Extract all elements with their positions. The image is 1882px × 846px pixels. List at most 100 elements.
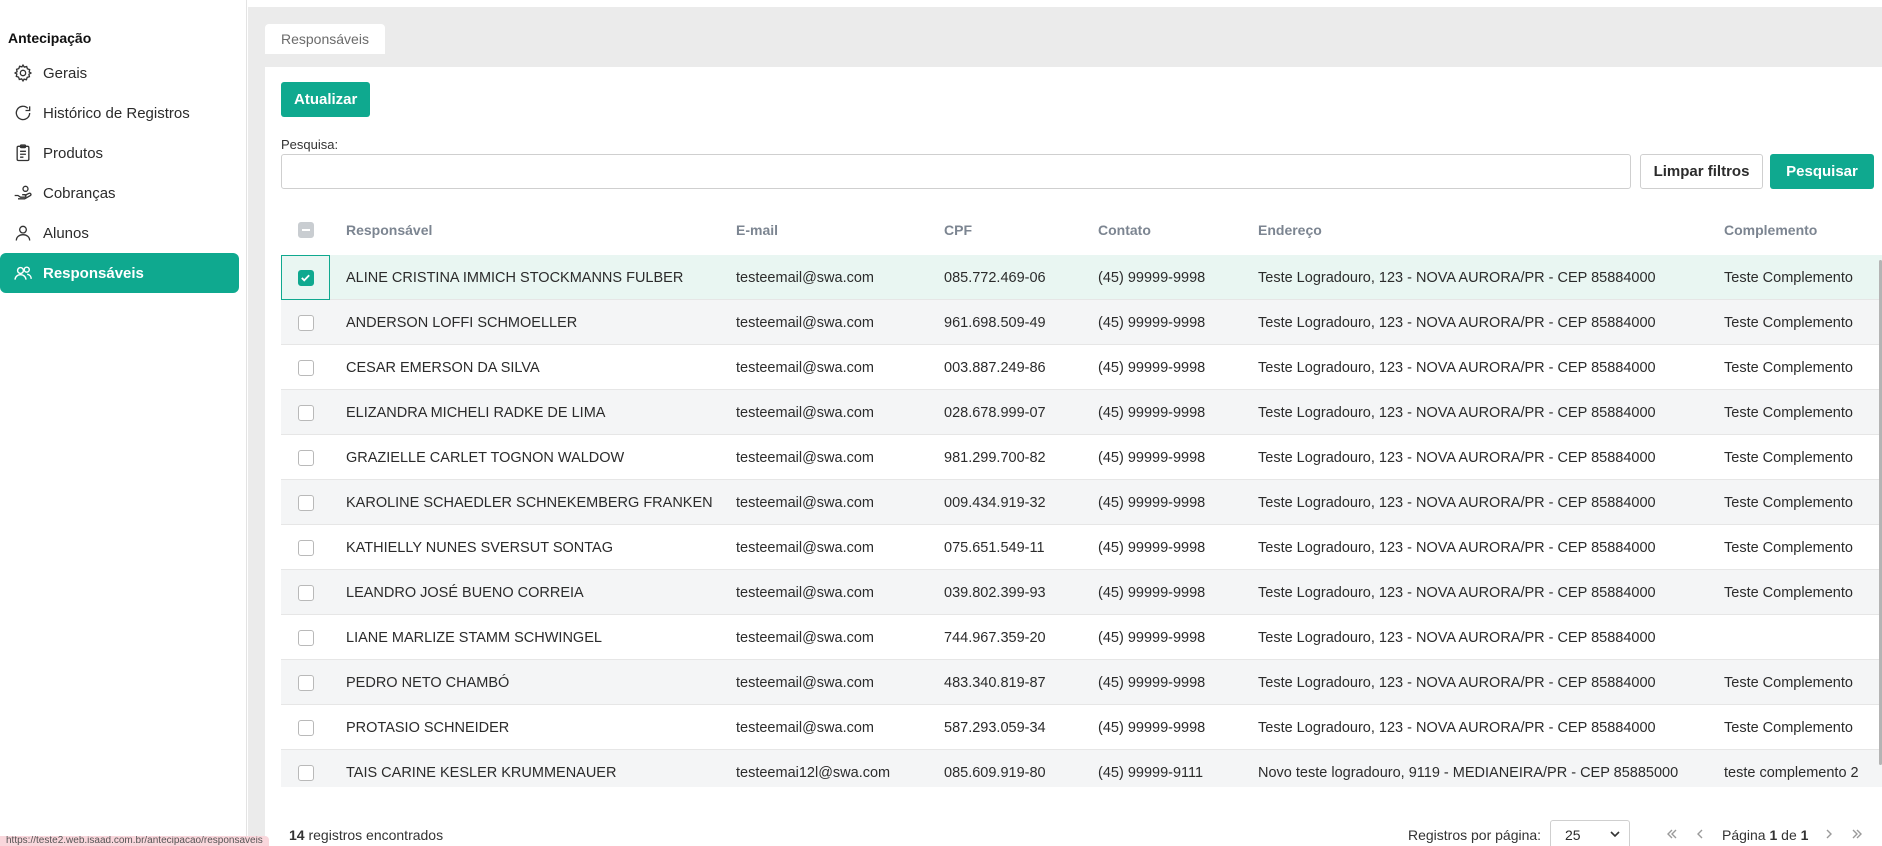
column-header-complemento[interactable]: Complemento	[1724, 207, 1817, 253]
cell-responsavel: PEDRO NETO CHAMBÓ	[346, 674, 510, 691]
cell-responsavel: CESAR EMERSON DA SILVA	[346, 359, 540, 376]
table-header: Responsável E-mail CPF Contato Endereço …	[281, 207, 1882, 253]
cell-complemento: Teste Complemento	[1724, 494, 1853, 511]
update-button[interactable]: Atualizar	[281, 82, 371, 117]
row-checkbox[interactable]	[297, 269, 314, 286]
sidebar-item-historico[interactable]: Histórico de Registros	[0, 93, 239, 133]
tab-responsaveis[interactable]: Responsáveis	[265, 24, 385, 54]
table-row[interactable]: GRAZIELLE CARLET TOGNON WALDOW testeemail…	[281, 435, 1882, 480]
clear-filters-button[interactable]: Limpar filtros	[1640, 154, 1763, 189]
cell-cpf: 085.609.919-80	[944, 764, 1046, 781]
page-prefix: Página	[1722, 827, 1770, 843]
table-row[interactable]: KATHIELLY NUNES SVERSUT SONTAG testeemail…	[281, 525, 1882, 570]
cell-endereco: Teste Logradouro, 123 - NOVA AURORA/PR -…	[1258, 719, 1656, 736]
row-checkbox[interactable]	[297, 449, 314, 466]
cell-responsavel: ALINE CRISTINA IMMICH STOCKMANNS FULBER	[346, 269, 684, 286]
cell-email: testeemail@swa.com	[736, 269, 875, 286]
sidebar-item-cobrancas[interactable]: Cobranças	[0, 173, 239, 213]
cell-cpf: 039.802.399-93	[944, 584, 1046, 601]
row-checkbox[interactable]	[297, 314, 314, 331]
row-select-cell	[281, 750, 330, 787]
row-checkbox[interactable]	[297, 494, 314, 511]
cell-responsavel: PROTASIO SCHNEIDER	[346, 719, 510, 736]
cell-cpf: 587.293.059-34	[944, 719, 1046, 736]
cell-contato: (45) 99999-9998	[1098, 494, 1206, 511]
row-checkbox[interactable]	[297, 764, 314, 781]
table-row[interactable]: PROTASIO SCHNEIDER testeemail@swa.com 587.…	[281, 705, 1882, 750]
cell-cpf: 003.887.249-86	[944, 359, 1046, 376]
cell-responsavel: KATHIELLY NUNES SVERSUT SONTAG	[346, 539, 613, 556]
cell-cpf: 744.967.359-20	[944, 629, 1046, 646]
refresh-icon	[13, 103, 33, 123]
page-indicator: Página 1 de 1	[1722, 827, 1808, 843]
cell-endereco: Teste Logradouro, 123 - NOVA AURORA/PR -…	[1258, 314, 1656, 331]
page-total: 1	[1800, 827, 1809, 843]
cell-endereco: Novo teste logradouro, 9119 - MEDIANEIRA…	[1258, 764, 1679, 781]
cell-endereco: Teste Logradouro, 123 - NOVA AURORA/PR -…	[1258, 539, 1656, 556]
column-header-email[interactable]: E-mail	[736, 207, 778, 253]
table-row[interactable]: ELIZANDRA MICHELI RADKE DE LIMA testeemai…	[281, 390, 1882, 435]
sidebar-item-label: Gerais	[43, 64, 88, 82]
column-header-cpf[interactable]: CPF	[944, 207, 972, 253]
main-area: Responsáveis Atualizar Pesquisa: Limpar …	[248, 7, 1882, 846]
search-button[interactable]: Pesquisar	[1770, 154, 1874, 189]
cell-email: testeemai12l@swa.com	[736, 764, 891, 781]
row-checkbox[interactable]	[297, 359, 314, 376]
page-of: de	[1777, 827, 1801, 843]
table-row[interactable]: ANDERSON LOFFI SCHMOELLER testeemail@swa.…	[281, 300, 1882, 345]
table-row[interactable]: CESAR EMERSON DA SILVA testeemail@swa.com…	[281, 345, 1882, 390]
cell-cpf: 483.340.819-87	[944, 674, 1046, 691]
row-select-cell	[281, 390, 330, 435]
cell-complemento: Teste Complemento	[1724, 359, 1853, 376]
row-select-cell	[281, 525, 330, 570]
cell-complemento: teste complemento 2	[1724, 764, 1859, 781]
row-checkbox[interactable]	[297, 404, 314, 421]
cell-email: testeemail@swa.com	[736, 629, 875, 646]
row-checkbox[interactable]	[297, 539, 314, 556]
first-page-icon[interactable]	[1665, 827, 1679, 844]
row-checkbox[interactable]	[297, 584, 314, 601]
cell-responsavel: ANDERSON LOFFI SCHMOELLER	[346, 314, 578, 331]
last-page-icon[interactable]	[1850, 827, 1864, 844]
sidebar-item-gerais[interactable]: Gerais	[0, 53, 239, 93]
table-row[interactable]: LIANE MARLIZE STAMM SCHWINGEL testeemail@…	[281, 615, 1882, 660]
table-row[interactable]: TAIS CARINE KESLER KRUMMENAUER testeemai1…	[281, 750, 1882, 787]
cell-email: testeemail@swa.com	[736, 494, 875, 511]
cell-responsavel: GRAZIELLE CARLET TOGNON WALDOW	[346, 449, 625, 466]
cell-email: testeemail@swa.com	[736, 314, 875, 331]
cell-endereco: Teste Logradouro, 123 - NOVA AURORA/PR -…	[1258, 629, 1656, 646]
sidebar-title: Antecipação	[8, 30, 92, 46]
row-checkbox[interactable]	[297, 629, 314, 646]
cell-responsavel: TAIS CARINE KESLER KRUMMENAUER	[346, 764, 617, 781]
sidebar-item-produtos[interactable]: Produtos	[0, 133, 239, 173]
column-header-contato[interactable]: Contato	[1098, 207, 1151, 253]
cell-contato: (45) 99999-9998	[1098, 404, 1206, 421]
table-row[interactable]: KAROLINE SCHAEDLER SCHNEKEMBERG FRANKEN t…	[281, 480, 1882, 525]
search-input[interactable]	[281, 154, 1631, 189]
row-checkbox[interactable]	[297, 719, 314, 736]
row-select-cell	[281, 570, 330, 615]
cell-complemento: Teste Complemento	[1724, 269, 1853, 286]
cell-endereco: Teste Logradouro, 123 - NOVA AURORA/PR -…	[1258, 494, 1656, 511]
per-page-select[interactable]: 25	[1550, 820, 1630, 846]
checkmark-icon	[301, 274, 310, 282]
select-all-checkbox[interactable]	[297, 221, 314, 238]
table-row[interactable]: LEANDRO JOSÉ BUENO CORREIA testeemail@swa…	[281, 570, 1882, 615]
row-checkbox[interactable]	[297, 674, 314, 691]
cell-cpf: 961.698.509-49	[944, 314, 1046, 331]
sidebar-item-alunos[interactable]: Alunos	[0, 213, 239, 253]
cell-complemento: Teste Complemento	[1724, 314, 1853, 331]
column-header-responsavel[interactable]: Responsável	[346, 207, 432, 253]
cell-endereco: Teste Logradouro, 123 - NOVA AURORA/PR -…	[1258, 359, 1656, 376]
column-header-endereco[interactable]: Endereço	[1258, 207, 1322, 253]
sidebar-item-label: Produtos	[43, 144, 104, 162]
table-row[interactable]: ALINE CRISTINA IMMICH STOCKMANNS FULBER t…	[281, 255, 1882, 300]
previous-page-icon[interactable]	[1693, 827, 1707, 844]
cell-complemento: Teste Complemento	[1724, 584, 1853, 601]
cell-contato: (45) 99999-9998	[1098, 674, 1206, 691]
next-page-icon[interactable]	[1822, 827, 1836, 844]
cell-complemento: Teste Complemento	[1724, 674, 1853, 691]
per-page-value: 25	[1565, 827, 1581, 843]
sidebar-item-responsaveis[interactable]: Responsáveis	[0, 253, 239, 293]
table-row[interactable]: PEDRO NETO CHAMBÓ testeemail@swa.com 483.3…	[281, 660, 1882, 705]
